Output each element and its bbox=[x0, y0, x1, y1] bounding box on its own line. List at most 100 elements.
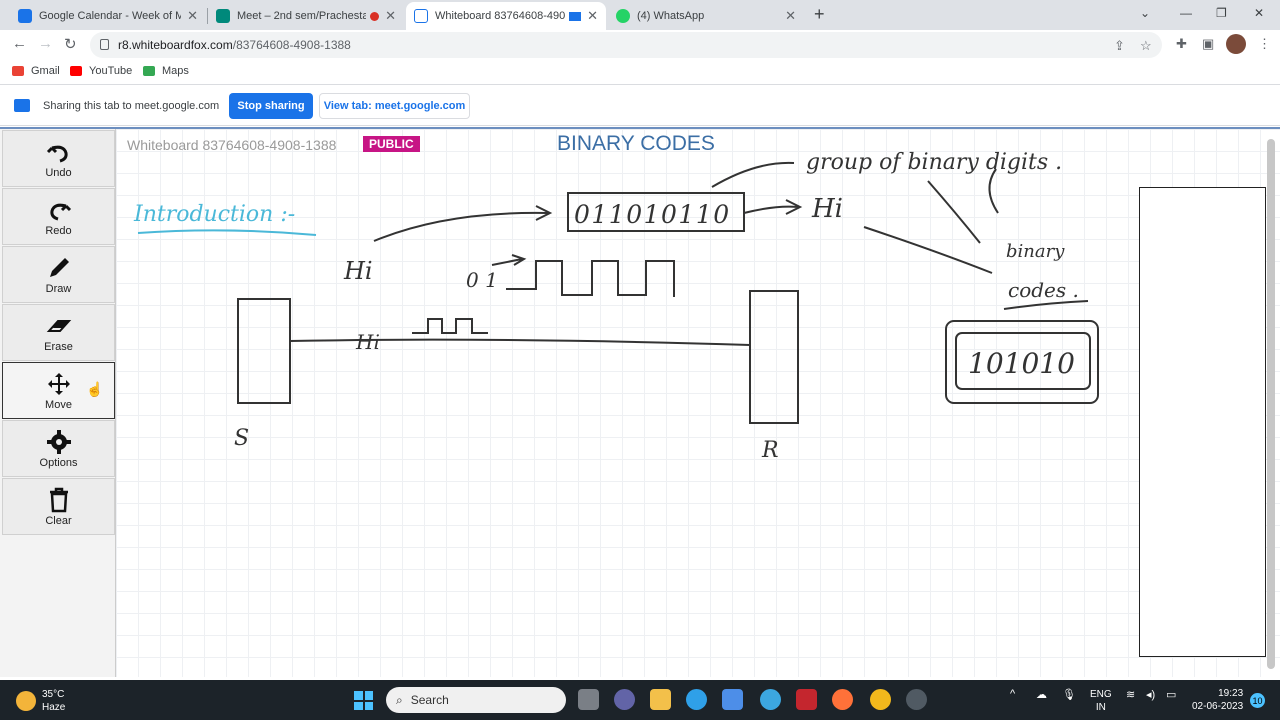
mic-icon[interactable]: 🎙 bbox=[1062, 688, 1076, 701]
sketch-binary: binary bbox=[1006, 241, 1065, 262]
gmail-icon bbox=[12, 66, 24, 76]
sketch-introduction: Introduction :- bbox=[133, 202, 295, 227]
redo-button[interactable]: Redo bbox=[2, 188, 115, 245]
time: 19:23 bbox=[1218, 688, 1244, 699]
forward-icon[interactable]: → bbox=[38, 35, 53, 52]
back-icon[interactable]: ← bbox=[12, 35, 27, 52]
casting-icon bbox=[569, 11, 582, 21]
whiteboard-page: Undo Redo Draw Erase Move Options Clear … bbox=[0, 127, 1280, 677]
bookmark-star-icon[interactable]: ☆ bbox=[1140, 38, 1152, 54]
scrollbar[interactable] bbox=[1267, 139, 1275, 669]
tool-label: Erase bbox=[44, 340, 73, 353]
sketch-r: R bbox=[761, 438, 779, 463]
clear-button[interactable]: Clear bbox=[2, 478, 115, 535]
tab-meet[interactable]: Meet – 2nd sem/Prachesta/2 ✕ bbox=[208, 2, 404, 30]
sketch-hi: Hi bbox=[343, 257, 373, 285]
sketch-group: group of binary digits . bbox=[806, 150, 1062, 175]
taskbar-search[interactable]: ⌕ Search bbox=[386, 687, 566, 713]
trash-icon bbox=[49, 487, 68, 512]
undo-icon bbox=[46, 145, 68, 162]
tab-title: (4) WhatsApp bbox=[637, 10, 705, 22]
tool-label: Options bbox=[39, 456, 78, 469]
weather-widget[interactable]: 35°C Haze bbox=[16, 688, 65, 714]
extensions-icon[interactable]: ✚ bbox=[1176, 36, 1187, 52]
avatar[interactable] bbox=[1226, 34, 1246, 54]
lang-code: ENG bbox=[1090, 689, 1112, 700]
bookmark-gmail[interactable]: Gmail bbox=[12, 65, 60, 77]
sketch-layer: Introduction :- Hi 011010110 Hi group of… bbox=[133, 150, 1099, 463]
whatsapp-icon bbox=[616, 9, 630, 23]
clock[interactable]: 19:23 02-06-2023 bbox=[1192, 687, 1243, 713]
sketch-s: S bbox=[234, 426, 249, 451]
maximize-button[interactable]: ❐ bbox=[1216, 6, 1227, 20]
recording-icon bbox=[370, 11, 380, 21]
address-bar[interactable]: r8.whiteboardfox.com/83764608-4908-1388 … bbox=[90, 32, 1162, 58]
bookmark-label: Gmail bbox=[31, 65, 60, 77]
battery-icon[interactable]: ▭ bbox=[1166, 688, 1176, 701]
redo-icon bbox=[49, 203, 71, 220]
youtube-icon bbox=[70, 66, 82, 76]
task-view-icon[interactable] bbox=[578, 689, 599, 710]
gear-icon bbox=[46, 429, 71, 454]
new-tab-button[interactable]: + bbox=[814, 4, 825, 25]
search-placeholder: Search bbox=[410, 693, 449, 707]
app-icon[interactable] bbox=[760, 689, 781, 710]
store-icon[interactable] bbox=[722, 689, 743, 710]
screen-share-icon bbox=[14, 99, 30, 112]
chrome-icon[interactable] bbox=[870, 689, 891, 710]
close-tab-icon[interactable]: ✕ bbox=[785, 8, 796, 24]
firefox-icon[interactable] bbox=[832, 689, 853, 710]
bookmark-label: Maps bbox=[162, 65, 189, 77]
tab-calendar[interactable]: Google Calendar - Week of May ✕ bbox=[10, 2, 206, 30]
sketch-code: 101010 bbox=[968, 347, 1075, 380]
tray-overflow-icon[interactable]: ^ bbox=[1010, 688, 1015, 700]
tool-label: Move bbox=[45, 398, 72, 411]
side-panel-icon[interactable]: ▣ bbox=[1202, 36, 1214, 52]
eraser-icon bbox=[46, 319, 71, 332]
tab-strip: Google Calendar - Week of May ✕ Meet – 2… bbox=[0, 0, 1280, 30]
start-button[interactable] bbox=[354, 691, 373, 710]
whiteboard-icon bbox=[414, 9, 428, 23]
tab-whiteboard[interactable]: Whiteboard 83764608-4908 ✕ bbox=[406, 2, 606, 30]
thumbnail-panel bbox=[1139, 187, 1266, 657]
close-tab-icon[interactable]: ✕ bbox=[385, 8, 396, 24]
edge-icon[interactable] bbox=[686, 689, 707, 710]
erase-button[interactable]: Erase bbox=[2, 304, 115, 361]
tool-sidebar: Undo Redo Draw Erase Move Options Clear bbox=[0, 129, 116, 677]
sketch-hi2: Hi bbox=[811, 194, 843, 224]
view-tab-button[interactable]: View tab: meet.google.com bbox=[319, 93, 470, 119]
lock-icon bbox=[100, 39, 109, 50]
wifi-icon[interactable]: ≋ bbox=[1126, 688, 1135, 701]
close-tab-icon[interactable]: ✕ bbox=[187, 8, 198, 24]
tab-search-icon[interactable]: ⌄ bbox=[1140, 6, 1150, 20]
stop-sharing-button[interactable]: Stop sharing bbox=[229, 93, 313, 119]
share-icon[interactable]: ⇪ bbox=[1114, 38, 1125, 54]
sharing-bar: Sharing this tab to meet.google.com Stop… bbox=[0, 86, 1280, 126]
language-indicator[interactable]: ENG IN bbox=[1090, 688, 1112, 714]
notification-badge[interactable]: 10 bbox=[1250, 693, 1265, 708]
minimize-button[interactable]: — bbox=[1180, 6, 1192, 20]
file-explorer-icon[interactable] bbox=[650, 689, 671, 710]
meet-icon bbox=[216, 9, 230, 23]
tab-title: Google Calendar - Week of May bbox=[39, 10, 182, 22]
volume-icon[interactable]: ◂) bbox=[1146, 688, 1155, 701]
close-window-button[interactable]: ✕ bbox=[1254, 6, 1264, 20]
tool-label: Draw bbox=[45, 282, 72, 295]
tool-label: Undo bbox=[45, 166, 72, 179]
date: 02-06-2023 bbox=[1192, 701, 1244, 712]
menu-icon[interactable]: ⋮ bbox=[1258, 36, 1271, 52]
draw-button[interactable]: Draw bbox=[2, 246, 115, 303]
bookmark-maps[interactable]: Maps bbox=[143, 65, 189, 77]
tab-title: Whiteboard 83764608-4908 bbox=[435, 10, 566, 22]
tab-whatsapp[interactable]: (4) WhatsApp ✕ bbox=[608, 2, 804, 30]
bookmark-youtube[interactable]: YouTube bbox=[70, 65, 132, 77]
options-button[interactable]: Options bbox=[2, 420, 115, 477]
app2-icon[interactable] bbox=[906, 689, 927, 710]
calendar-icon bbox=[18, 9, 32, 23]
close-tab-icon[interactable]: ✕ bbox=[587, 8, 598, 24]
chat-icon[interactable] bbox=[614, 689, 635, 710]
reload-icon[interactable]: ↻ bbox=[64, 35, 77, 53]
mcafee-icon[interactable] bbox=[796, 689, 817, 710]
undo-button[interactable]: Undo bbox=[2, 130, 115, 187]
cloud-icon[interactable]: ☁ bbox=[1036, 688, 1047, 701]
